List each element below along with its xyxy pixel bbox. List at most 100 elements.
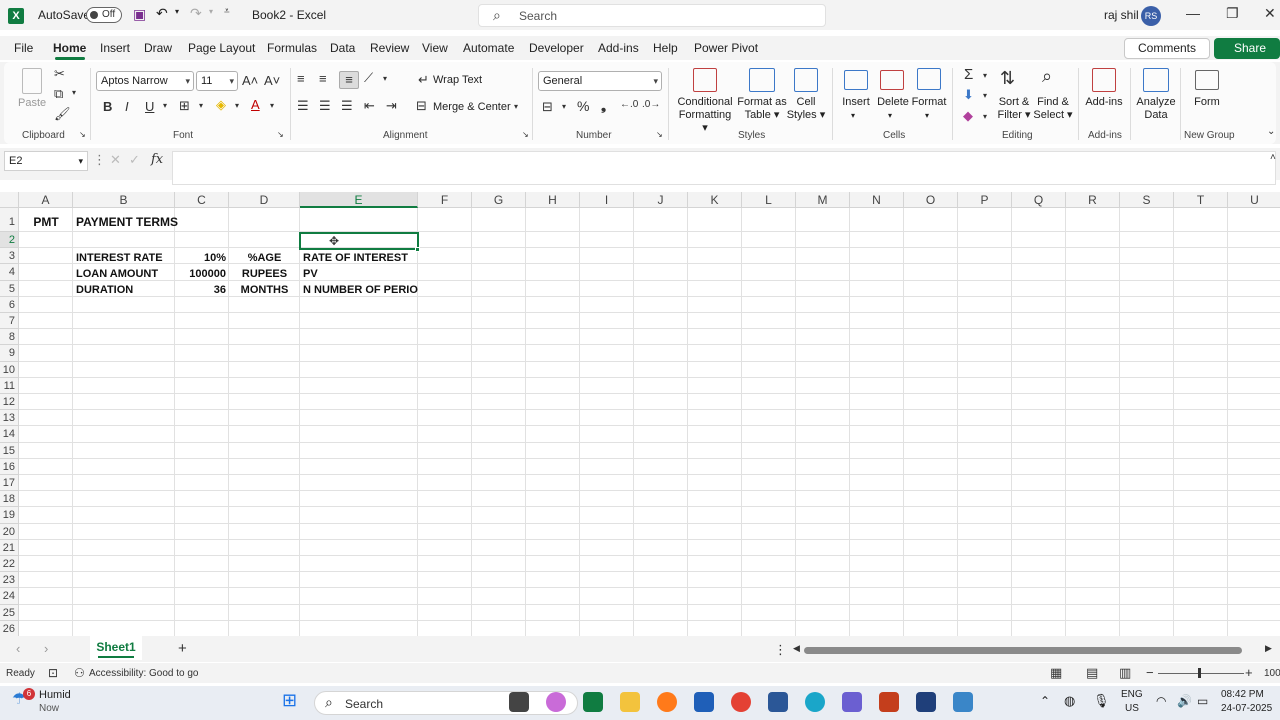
comments-button[interactable]: Comments — [1124, 38, 1210, 59]
format-cells-icon[interactable] — [917, 68, 941, 90]
insert-button[interactable]: Insert — [840, 96, 872, 109]
align-left-icon[interactable]: ☰ — [297, 98, 309, 114]
wrap-text-icon[interactable]: ↵ — [418, 72, 429, 88]
row-header-4[interactable]: 4 — [0, 264, 19, 281]
macro-record-icon[interactable]: ⊡ — [48, 666, 58, 680]
align-center-icon[interactable]: ☰ — [319, 98, 331, 114]
tab-help[interactable]: Help — [653, 41, 678, 55]
borders-icon[interactable]: ⊞ — [179, 98, 190, 114]
scroll-left-icon[interactable]: ◀ — [793, 643, 800, 654]
cut-icon[interactable]: ✂ — [54, 66, 65, 82]
cell-B5[interactable]: DURATION — [73, 282, 175, 298]
autosum-dropdown-icon[interactable]: ▾ — [983, 71, 987, 80]
row-header-12[interactable]: 12 — [0, 394, 19, 411]
conditional-formatting-icon[interactable] — [693, 68, 717, 92]
column-header-N[interactable]: N — [850, 192, 904, 208]
clear-icon[interactable]: ◆ — [963, 108, 973, 124]
tab-power-pivot[interactable]: Power Pivot — [694, 41, 758, 55]
borders-dropdown-icon[interactable]: ▾ — [199, 101, 203, 110]
redo-dropdown-icon[interactable]: ▾ — [209, 7, 213, 16]
delete-dropdown-icon[interactable]: ▾ — [888, 109, 892, 122]
collapse-ribbon-icon[interactable]: ⌄ — [1267, 126, 1275, 137]
accounting-dropdown-icon[interactable]: ▾ — [562, 102, 566, 111]
fill-icon[interactable]: ⬇ — [963, 87, 974, 103]
cell-A1[interactable]: PMT — [19, 212, 73, 232]
firefox-icon[interactable] — [657, 692, 677, 712]
column-header-H[interactable]: H — [526, 192, 580, 208]
next-sheet-icon[interactable]: › — [44, 641, 48, 656]
number-launcher-icon[interactable]: ↘ — [656, 130, 663, 139]
column-header-F[interactable]: F — [418, 192, 472, 208]
zoom-slider[interactable] — [1158, 673, 1244, 674]
row-header-19[interactable]: 19 — [0, 507, 19, 524]
format-dropdown-icon[interactable]: ▾ — [925, 109, 929, 122]
horizontal-scrollbar[interactable] — [804, 647, 1242, 654]
insert-cells-icon[interactable] — [844, 70, 868, 90]
row-header-14[interactable]: 14 — [0, 426, 19, 443]
find-select-icon[interactable]: ⌕ — [1042, 66, 1052, 87]
chrome-icon[interactable] — [731, 692, 751, 712]
delete-cells-icon[interactable] — [880, 70, 904, 90]
add-sheet-button[interactable]: + — [178, 640, 187, 657]
autosave-toggle[interactable]: Off — [86, 7, 122, 23]
weather-label[interactable]: Humid — [39, 689, 71, 701]
tab-developer[interactable]: Developer — [529, 41, 584, 55]
tray-expand-icon[interactable]: ⌃ — [1040, 694, 1050, 708]
row-header-9[interactable]: 9 — [0, 345, 19, 362]
restore-icon[interactable]: ❐ — [1226, 5, 1239, 22]
row-header-17[interactable]: 17 — [0, 475, 19, 492]
font-name-dropdown[interactable]: Aptos Narrow ▾ — [96, 71, 194, 91]
align-right-icon[interactable]: ☰ — [341, 98, 353, 114]
cell-B3[interactable]: INTEREST RATE — [73, 250, 175, 266]
row-header-2[interactable]: 2 — [0, 232, 19, 249]
active-cell-E2[interactable] — [299, 232, 419, 250]
normal-view-icon[interactable]: ▦ — [1050, 665, 1062, 681]
accessibility-icon[interactable]: ⚇ — [74, 666, 85, 680]
tab-insert[interactable]: Insert — [100, 41, 130, 55]
tab-formulas[interactable]: Formulas — [267, 41, 317, 55]
column-header-I[interactable]: I — [580, 192, 634, 208]
search-box[interactable]: ⌕ Search — [478, 4, 826, 27]
word-icon[interactable] — [768, 692, 788, 712]
format-painter-icon[interactable]: 🖌 — [54, 106, 71, 122]
more-options-icon[interactable]: ⋮ — [93, 152, 106, 168]
insert-function-icon[interactable]: fx — [151, 152, 163, 167]
volume-icon[interactable]: 🔊 — [1177, 694, 1192, 708]
close-icon[interactable]: ✕ — [1264, 5, 1276, 22]
cell-styles-icon[interactable] — [794, 68, 818, 92]
minimize-icon[interactable]: — — [1186, 5, 1200, 21]
font-size-dropdown[interactable]: 11 ▾ — [196, 71, 238, 91]
prev-sheet-icon[interactable]: ‹ — [16, 641, 20, 656]
add-ins-icon[interactable] — [1092, 68, 1116, 92]
zoom-out-icon[interactable]: − — [1146, 665, 1154, 680]
row-header-21[interactable]: 21 — [0, 539, 19, 556]
expand-formula-icon[interactable]: ˄ — [1270, 152, 1276, 163]
column-header-L[interactable]: L — [742, 192, 796, 208]
delete-button[interactable]: Delete — [876, 96, 910, 109]
paste-button-label[interactable]: Paste — [18, 97, 46, 110]
save-icon[interactable]: ▣ — [133, 6, 146, 23]
cell-B4[interactable]: LOAN AMOUNT — [73, 266, 175, 282]
column-header-E[interactable]: E — [300, 192, 418, 208]
cell-styles-button[interactable]: Cell Styles ▾ — [785, 96, 827, 122]
cell-D3[interactable]: %AGE — [229, 250, 300, 266]
format-as-table-icon[interactable] — [749, 68, 775, 92]
column-header-B[interactable]: B — [73, 192, 175, 208]
customize-toolbar-icon[interactable]: ⩡ — [224, 6, 230, 17]
page-break-view-icon[interactable]: ▥ — [1119, 665, 1131, 681]
column-header-G[interactable]: G — [472, 192, 526, 208]
tab-view[interactable]: View — [422, 41, 448, 55]
form-icon[interactable] — [1195, 70, 1219, 90]
row-header-3[interactable]: 3 — [0, 248, 19, 265]
column-header-C[interactable]: C — [175, 192, 229, 208]
redo-icon[interactable]: ↷ — [190, 5, 202, 22]
row-header-11[interactable]: 11 — [0, 377, 19, 394]
column-header-A[interactable]: A — [19, 192, 73, 208]
column-header-K[interactable]: K — [688, 192, 742, 208]
row-header-26[interactable]: 26 — [0, 620, 19, 636]
analyze-data-button[interactable]: Analyze Data — [1136, 96, 1176, 122]
comma-style-icon[interactable]: ❟ — [601, 98, 606, 114]
decrease-indent-icon[interactable]: ⇤ — [364, 98, 375, 114]
row-header-16[interactable]: 16 — [0, 458, 19, 475]
copy-icon[interactable]: ⧉ — [54, 86, 63, 102]
